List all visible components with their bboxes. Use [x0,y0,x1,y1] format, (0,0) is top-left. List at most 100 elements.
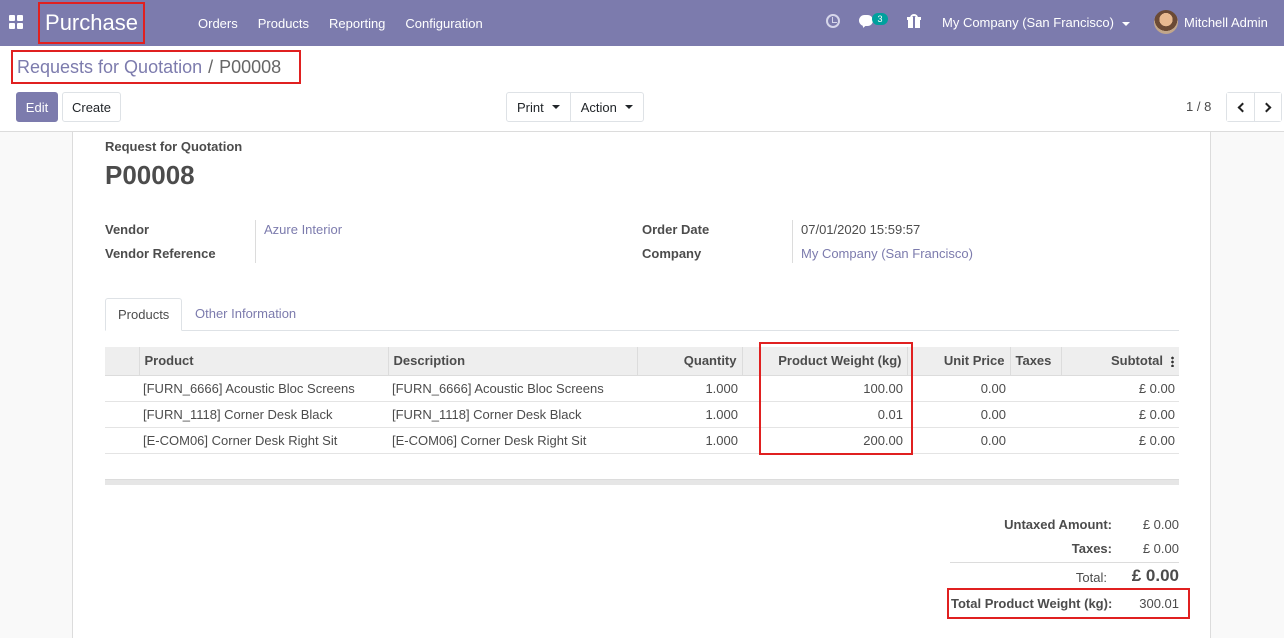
spacer-cell [742,375,760,402]
chevron-right-icon [1261,102,1272,112]
vendor-field[interactable]: Azure Interior [264,222,342,237]
order-date-field[interactable]: 07/01/2020 15:59:57 [801,222,920,237]
untaxed-amount-value: £ 0.00 [1142,517,1179,532]
pager-buttons [1226,92,1282,122]
column-options-icon[interactable] [1171,356,1174,368]
tab-other-information[interactable]: Other Information [183,298,308,331]
quantity-cell[interactable]: 1.000 [637,401,742,428]
description-cell[interactable]: [FURN_1118] Corner Desk Black [388,401,637,428]
table-row[interactable]: [FURN_6666] Acoustic Bloc Screens [FURN_… [105,375,1179,402]
product-cell[interactable]: [E-COM06] Corner Desk Right Sit [139,427,388,454]
unit-price-cell[interactable]: 0.00 [907,375,1010,402]
totals-divider [950,562,1179,563]
column-header-subtotal-label: Subtotal [1111,353,1163,369]
product-cell[interactable]: [FURN_1118] Corner Desk Black [139,401,388,428]
row-handle [105,401,139,428]
total-weight-label: Total Product Weight (kg): [951,596,1113,611]
taxes-label: Taxes: [1071,541,1112,556]
column-header-quantity[interactable]: Quantity [636,347,742,376]
action-dropdown[interactable]: Action [569,93,643,121]
caret-down-icon [1121,21,1130,26]
column-header-product-weight[interactable]: Product Weight (kg) [759,347,907,376]
vendor-reference-label: Vendor Reference [105,246,216,261]
description-cell[interactable]: [E-COM06] Corner Desk Right Sit [388,427,637,454]
form-sheet: Request for Quotation P00008 Vendor Azur… [72,132,1211,638]
table-row[interactable]: [E-COM06] Corner Desk Right Sit [E-COM06… [105,427,1179,454]
company-switcher-label: My Company (San Francisco) [942,15,1114,30]
column-header-product[interactable]: Product [138,347,388,376]
subtotal-cell: £ 0.00 [1061,427,1179,454]
spacer-column-header [741,347,760,376]
unit-price-cell[interactable]: 0.00 [907,401,1010,428]
order-lines-table: Product Description Quantity Product Wei… [105,347,1179,454]
user-avatar[interactable] [1154,10,1178,34]
row-handle [105,427,139,454]
weight-cell[interactable]: 100.00 [760,375,907,402]
subtotal-cell: £ 0.00 [1061,375,1179,402]
field-divider [792,220,793,263]
form-tabs: Products Other Information [105,298,1179,331]
pager-next-button[interactable] [1254,93,1281,121]
column-header-description[interactable]: Description [387,347,637,376]
pager-previous-button[interactable] [1227,93,1254,121]
breadcrumb-separator: / [208,56,214,77]
untaxed-amount-label: Untaxed Amount: [1004,517,1112,532]
subtotal-cell: £ 0.00 [1061,401,1179,428]
row-handle [105,375,139,402]
edit-button[interactable]: Edit [16,92,58,122]
table-header-row: Product Description Quantity Product Wei… [105,347,1179,376]
column-header-unit-price[interactable]: Unit Price [906,347,1010,376]
caret-down-icon [624,105,633,109]
column-header-taxes[interactable]: Taxes [1009,347,1061,376]
weight-cell[interactable]: 200.00 [760,427,907,454]
product-cell[interactable]: [FURN_6666] Acoustic Bloc Screens [139,375,388,402]
caret-down-icon [551,105,560,109]
total-label: Total: [1075,570,1107,585]
pager-value[interactable]: 1 / 8 [1186,99,1211,114]
total-value: £ 0.00 [1131,566,1179,585]
menu-item-products[interactable]: Products [258,16,309,31]
taxes-cell[interactable] [1010,401,1061,428]
apps-menu-icon[interactable] [9,15,23,29]
company-switcher[interactable]: My Company (San Francisco) [942,0,1130,46]
description-cell[interactable]: [FURN_6666] Acoustic Bloc Screens [388,375,637,402]
print-action-group: Print Action [506,92,644,122]
menu-item-orders[interactable]: Orders [198,16,238,31]
gift-icon[interactable] [907,14,921,28]
column-header-subtotal[interactable]: Subtotal [1060,347,1179,376]
menu-item-reporting[interactable]: Reporting [329,16,385,31]
tab-products[interactable]: Products [105,298,183,331]
table-row[interactable]: [FURN_1118] Corner Desk Black [FURN_1118… [105,401,1179,428]
quantity-cell[interactable]: 1.000 [637,427,742,454]
taxes-cell[interactable] [1010,375,1061,402]
chat-icon[interactable] [859,15,873,26]
spacer-cell [742,427,760,454]
spacer-cell [742,401,760,428]
document-type-label: Request for Quotation [105,139,243,154]
quantity-cell[interactable]: 1.000 [637,375,742,402]
field-divider [255,220,256,263]
top-navbar: Purchase Orders Products Reporting Confi… [0,0,1284,46]
taxes-cell[interactable] [1010,427,1061,454]
breadcrumb-parent-link[interactable]: Requests for Quotation [17,57,202,78]
app-brand[interactable]: Purchase [38,2,145,44]
create-button[interactable]: Create [62,92,121,122]
print-dropdown[interactable]: Print [507,93,570,121]
chevron-left-icon [1237,102,1247,112]
user-menu[interactable]: Mitchell Admin [1184,0,1268,46]
order-date-label: Order Date [642,222,710,237]
action-dropdown-label: Action [580,99,617,115]
weight-cell[interactable]: 0.01 [760,401,907,428]
company-field[interactable]: My Company (San Francisco) [801,246,973,261]
document-number: P00008 [105,160,195,190]
activity-clock-icon[interactable] [826,14,840,28]
menu-item-configuration[interactable]: Configuration [405,16,482,31]
breadcrumb: Requests for Quotation / P00008 [11,50,301,84]
print-dropdown-label: Print [517,99,544,115]
main-menu: Orders Products Reporting Configuration [198,0,503,46]
company-label: Company [642,246,702,261]
chat-count-badge: 3 [872,13,888,25]
table-footer [105,479,1179,485]
unit-price-cell[interactable]: 0.00 [907,427,1010,454]
vendor-label: Vendor [105,222,150,237]
